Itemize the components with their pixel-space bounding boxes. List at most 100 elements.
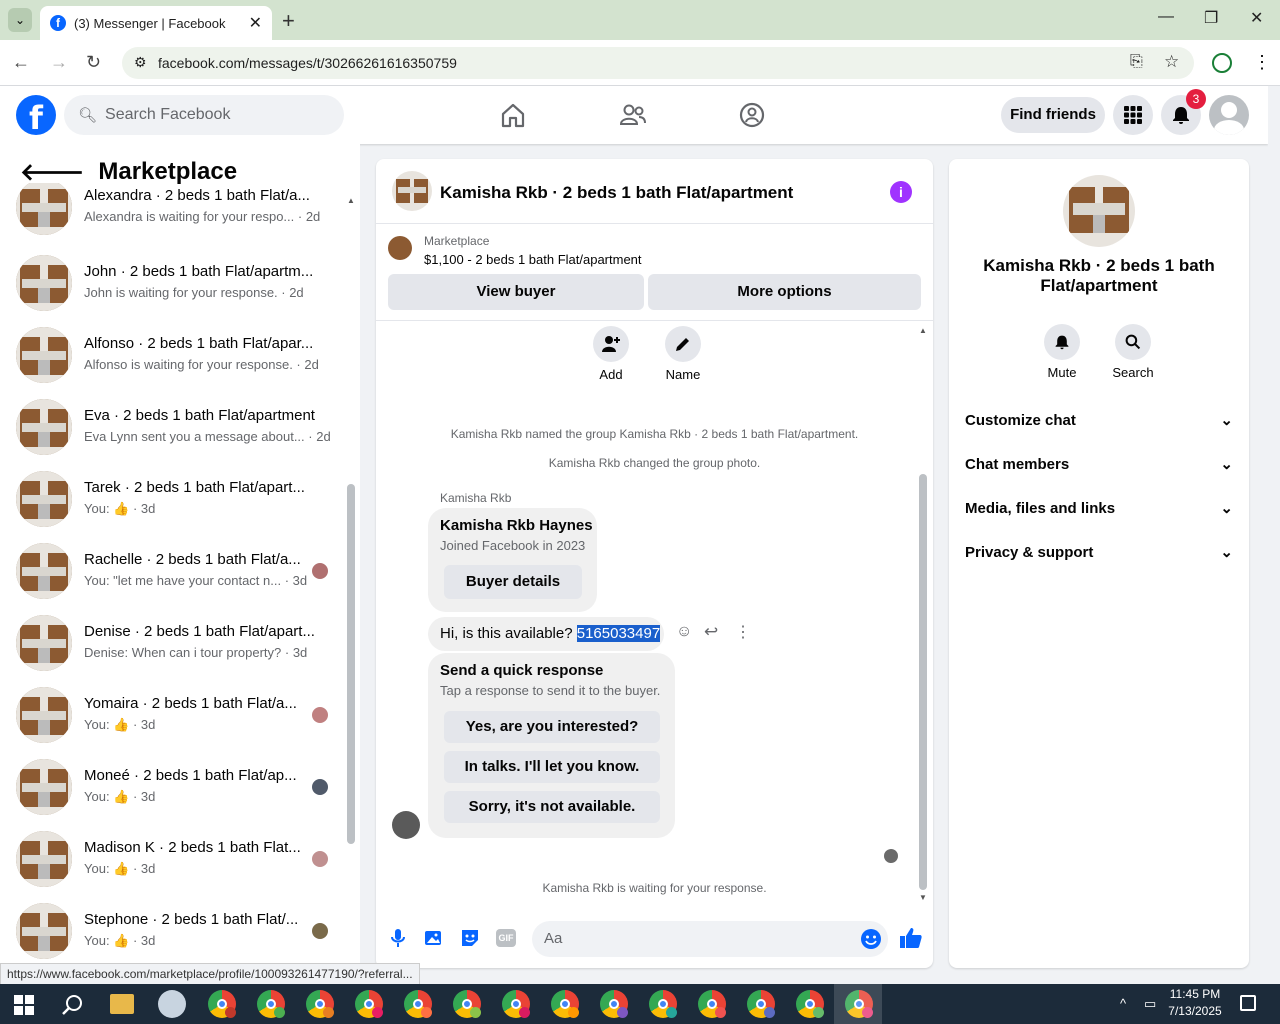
photo-icon[interactable] bbox=[424, 928, 444, 948]
conversation-item[interactable]: Denise · 2 beds 1 bath Flat/apart... Deni… bbox=[16, 615, 336, 687]
snipping-tool-icon[interactable] bbox=[158, 990, 186, 1018]
chrome-window-icon[interactable] bbox=[551, 990, 579, 1018]
info-avatar[interactable] bbox=[1063, 175, 1135, 247]
taskbar-search-icon[interactable] bbox=[60, 993, 84, 1017]
account-avatar[interactable] bbox=[1209, 95, 1249, 135]
search-magnifier-icon[interactable] bbox=[1115, 324, 1151, 360]
close-window-icon[interactable]: ✕ bbox=[1250, 8, 1263, 28]
windows-start-icon[interactable] bbox=[14, 995, 34, 1015]
chat-members-section[interactable]: Chat members ⌄ bbox=[965, 444, 1233, 484]
site-info-icon[interactable]: ⚙ bbox=[134, 54, 147, 71]
mute-bell-icon[interactable] bbox=[1044, 324, 1080, 360]
message-input[interactable]: Aa bbox=[532, 921, 888, 957]
sticker-icon[interactable] bbox=[460, 928, 480, 948]
minimize-icon[interactable]: — bbox=[1158, 8, 1174, 26]
conversation-item[interactable]: Tarek · 2 beds 1 bath Flat/apart... You: … bbox=[16, 471, 336, 543]
mute-control[interactable]: Mute bbox=[1039, 324, 1085, 380]
tray-chevron-icon[interactable]: ^ bbox=[1120, 996, 1126, 1011]
chat-avatar[interactable] bbox=[392, 171, 432, 211]
conversation-item[interactable]: John · 2 beds 1 bath Flat/apartm... John … bbox=[16, 255, 336, 327]
more-options-button[interactable]: More options bbox=[648, 274, 921, 310]
listing-thumbnail bbox=[16, 759, 72, 815]
customize-chat-section[interactable]: Customize chat ⌄ bbox=[965, 400, 1233, 440]
chrome-window-icon[interactable] bbox=[257, 990, 285, 1018]
emoji-icon[interactable] bbox=[860, 928, 882, 950]
browser-tab[interactable]: f (3) Messenger | Facebook ✕ bbox=[40, 6, 272, 40]
more-actions-icon[interactable]: ⋮ bbox=[735, 622, 751, 642]
listing-thumbnail bbox=[388, 236, 412, 260]
quick-response-yes-button[interactable]: Yes, are you interested? bbox=[444, 711, 660, 743]
react-emoji-icon[interactable]: ☺ bbox=[676, 623, 692, 641]
quick-response-in-talks-button[interactable]: In talks. I'll let you know. bbox=[444, 751, 660, 783]
sender-avatar[interactable] bbox=[392, 811, 420, 839]
info-icon[interactable]: i bbox=[890, 181, 912, 203]
groups-icon[interactable] bbox=[737, 100, 767, 130]
chrome-window-icon[interactable] bbox=[600, 990, 628, 1018]
add-person-icon[interactable] bbox=[593, 326, 629, 362]
buyer-details-button[interactable]: Buyer details bbox=[444, 565, 582, 599]
network-icon[interactable]: ▭ bbox=[1144, 996, 1156, 1012]
taskbar-clock[interactable]: 11:45 PM 7/13/2025 bbox=[1160, 986, 1230, 1020]
conversation-item[interactable]: Moneé · 2 beds 1 bath Flat/ap... You: 👍 ·… bbox=[16, 759, 336, 831]
message-bubble[interactable]: Hi, is this available? 5165033497 bbox=[428, 617, 664, 651]
chat-scroll-down-icon[interactable]: ▼ bbox=[919, 893, 927, 902]
chat-title: Kamisha Rkb · 2 beds 1 bath Flat/apartme… bbox=[440, 183, 794, 202]
microphone-icon[interactable] bbox=[389, 928, 407, 948]
reply-icon[interactable]: ↩ bbox=[704, 622, 718, 642]
mute-label: Mute bbox=[1047, 365, 1077, 380]
conversation-item[interactable]: Alfonso · 2 beds 1 bath Flat/apar... Alfo… bbox=[16, 327, 336, 399]
back-arrow-icon[interactable]: 🡐 bbox=[20, 157, 84, 187]
chrome-window-icon[interactable] bbox=[355, 990, 383, 1018]
home-icon[interactable] bbox=[498, 100, 528, 130]
chrome-window-icon[interactable] bbox=[306, 990, 334, 1018]
restore-icon[interactable]: ❐ bbox=[1204, 8, 1218, 28]
search-control[interactable]: Search bbox=[1110, 324, 1156, 380]
conversation-item[interactable]: Madison K · 2 beds 1 bath Flat... You: 👍 … bbox=[16, 831, 336, 903]
chrome-window-icon[interactable] bbox=[453, 990, 481, 1018]
profile-icon[interactable] bbox=[1212, 53, 1232, 73]
bookmark-star-icon[interactable]: ☆ bbox=[1164, 52, 1179, 72]
page-scrollbar[interactable] bbox=[1268, 86, 1280, 984]
listing-title[interactable]: $1,100 - 2 beds 1 bath Flat/apartment bbox=[424, 252, 642, 267]
chrome-window-icon[interactable] bbox=[747, 990, 775, 1018]
close-tab-icon[interactable]: ✕ bbox=[249, 13, 262, 33]
chrome-window-icon[interactable] bbox=[502, 990, 530, 1018]
thumbs-up-icon[interactable] bbox=[899, 926, 923, 950]
scroll-up-icon[interactable]: ▲ bbox=[347, 196, 355, 205]
url-input[interactable]: ⚙ facebook.com/messages/t/30266261616350… bbox=[122, 47, 1194, 79]
privacy-support-section[interactable]: Privacy & support ⌄ bbox=[965, 532, 1233, 572]
conversation-item[interactable]: Rachelle · 2 beds 1 bath Flat/a... You: "… bbox=[16, 543, 336, 615]
pencil-icon[interactable] bbox=[665, 326, 701, 362]
menu-grid-icon[interactable] bbox=[1113, 95, 1153, 135]
tab-search-icon[interactable]: ⌄ bbox=[8, 8, 32, 32]
chrome-window-icon[interactable] bbox=[208, 990, 236, 1018]
media-files-links-section[interactable]: Media, files and links ⌄ bbox=[965, 488, 1233, 528]
chrome-window-icon[interactable] bbox=[649, 990, 677, 1018]
chat-scrollbar[interactable] bbox=[919, 474, 927, 890]
forward-icon[interactable]: → bbox=[50, 52, 68, 73]
search-input[interactable]: 🔍︎ Search Facebook bbox=[64, 95, 344, 135]
quick-response-not-available-button[interactable]: Sorry, it's not available. bbox=[444, 791, 660, 823]
chrome-window-icon[interactable] bbox=[796, 990, 824, 1018]
friends-icon[interactable] bbox=[618, 100, 648, 130]
gif-icon[interactable]: GIF bbox=[496, 929, 516, 947]
chrome-window-icon[interactable] bbox=[698, 990, 726, 1018]
notification-center-icon[interactable] bbox=[1240, 995, 1256, 1011]
chat-scroll-up-icon[interactable]: ▲ bbox=[919, 326, 927, 335]
selected-phone-number[interactable]: 5165033497 bbox=[576, 625, 661, 642]
chrome-window-icon[interactable] bbox=[404, 990, 432, 1018]
sidebar-scrollbar[interactable] bbox=[347, 484, 355, 844]
new-tab-icon[interactable]: + bbox=[282, 8, 295, 34]
view-buyer-button[interactable]: View buyer bbox=[388, 274, 644, 310]
conversation-item[interactable]: Eva · 2 beds 1 bath Flat/apartment Eva Ly… bbox=[16, 399, 336, 471]
back-icon[interactable]: ← bbox=[12, 52, 30, 73]
facebook-logo-icon[interactable]: f bbox=[16, 95, 56, 137]
file-explorer-icon[interactable] bbox=[110, 994, 134, 1014]
install-app-icon[interactable]: ⎘ bbox=[1130, 53, 1143, 71]
browser-menu-icon[interactable]: ⋮ bbox=[1253, 52, 1271, 73]
facebook-favicon-icon: f bbox=[50, 15, 66, 31]
conversation-item[interactable]: Alexandra · 2 beds 1 bath Flat/a... Alexa… bbox=[16, 183, 336, 251]
reload-icon[interactable]: ↻ bbox=[86, 52, 101, 73]
conversation-item[interactable]: Yomaira · 2 beds 1 bath Flat/a... You: 👍 … bbox=[16, 687, 336, 759]
find-friends-button[interactable]: Find friends bbox=[1001, 97, 1105, 133]
